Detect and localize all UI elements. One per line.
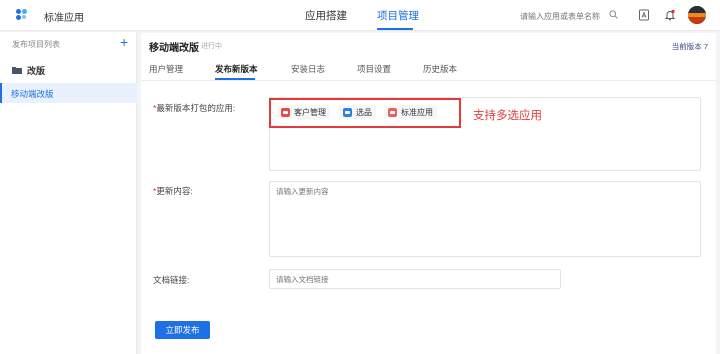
current-version: 当前版本 7	[671, 42, 708, 51]
publish-button[interactable]: 立即发布	[155, 321, 210, 339]
bell-icon[interactable]	[664, 9, 676, 21]
link-input[interactable]	[276, 275, 476, 284]
page-title: 移动端改版	[149, 43, 199, 54]
app-title: 标准应用	[44, 13, 84, 24]
sidebar-folder[interactable]: 改版	[27, 64, 45, 77]
tab-project-settings[interactable]: 项目设置	[357, 63, 391, 75]
search-icon[interactable]	[609, 10, 618, 19]
help-icon[interactable]	[638, 9, 650, 21]
nav-project-management[interactable]: 项目管理	[377, 8, 419, 23]
highlight-box	[269, 98, 461, 128]
link-field[interactable]	[269, 269, 561, 289]
sidebar-item-label: 移动端改版	[11, 89, 54, 99]
content-field-label: *更新内容:	[153, 186, 193, 196]
tab-history[interactable]: 历史版本	[423, 63, 457, 75]
status-badge: 进行中	[201, 43, 222, 50]
app-logo-icon[interactable]	[16, 9, 28, 21]
avatar[interactable]	[688, 6, 706, 24]
folder-icon	[12, 67, 22, 74]
apps-field-label: *最新版本打包的应用:	[153, 103, 236, 113]
content-textarea[interactable]	[269, 181, 701, 257]
link-field-label: 文档链接:	[153, 275, 190, 285]
sidebar-item-mobile-revamp[interactable]: 移动端改版	[0, 83, 137, 103]
sidebar: 发布项目列表 + 改版 移动端改版	[0, 32, 137, 354]
tab-install-log[interactable]: 安装日志	[291, 63, 325, 75]
add-project-button[interactable]: +	[120, 35, 128, 49]
tab-user-management[interactable]: 用户管理	[149, 63, 183, 75]
annotation-text: 支持多选应用	[473, 110, 542, 122]
sidebar-header: 发布项目列表	[12, 40, 60, 49]
active-nav-indicator	[377, 28, 413, 30]
nav-app-builder[interactable]: 应用搭建	[305, 8, 347, 23]
main-panel: 移动端改版 进行中 当前版本 7 用户管理 发布新版本 安装日志 项目设置 历史…	[141, 33, 716, 354]
tab-divider	[141, 80, 716, 81]
content-input[interactable]	[276, 187, 476, 196]
top-bar: 标准应用 应用搭建 项目管理	[0, 0, 720, 31]
tab-publish-version[interactable]: 发布新版本	[215, 63, 258, 75]
